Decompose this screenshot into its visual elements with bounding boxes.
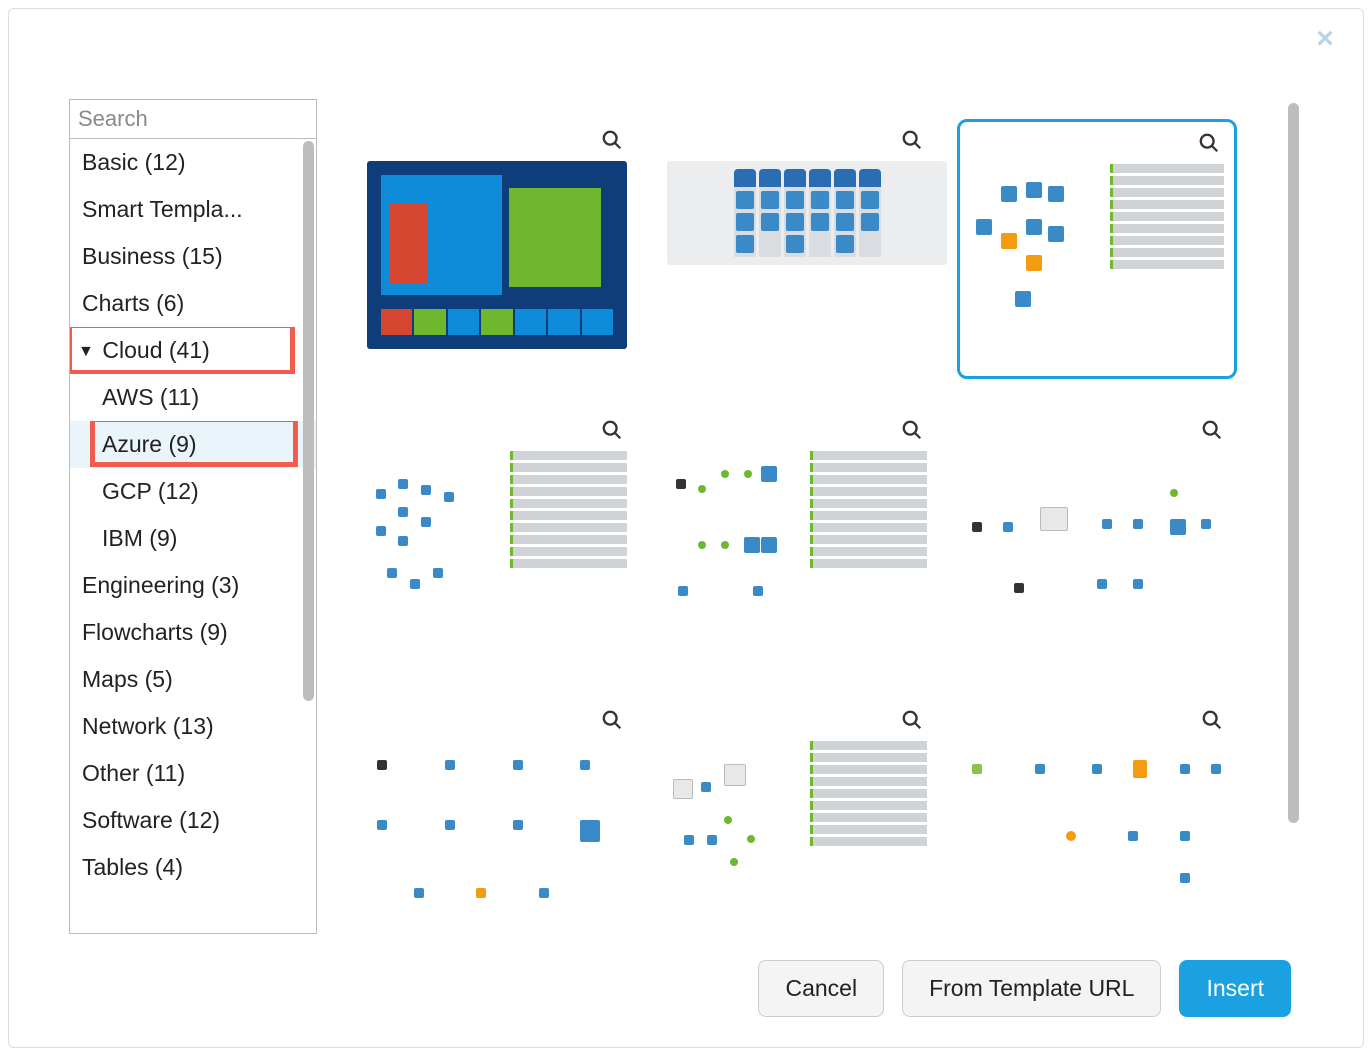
category-smart-templates[interactable]: Smart Templa... xyxy=(70,186,316,233)
magnify-icon[interactable] xyxy=(1201,419,1223,441)
search-field-wrap xyxy=(69,99,317,139)
insert-button[interactable]: Insert xyxy=(1179,960,1291,1017)
sidebar-scrollbar[interactable] xyxy=(303,141,314,701)
category-other[interactable]: Other (11) xyxy=(70,750,316,797)
template-grid xyxy=(337,99,1303,934)
template-thumbnail xyxy=(367,451,627,639)
grid-inner xyxy=(337,99,1303,934)
category-maps[interactable]: Maps (5) xyxy=(70,656,316,703)
template-card[interactable] xyxy=(657,409,937,669)
magnify-icon[interactable] xyxy=(601,709,623,731)
template-card[interactable] xyxy=(957,699,1237,934)
template-thumbnail xyxy=(667,161,947,265)
content-area: Basic (12) Smart Templa... Business (15)… xyxy=(9,99,1363,934)
dialog-footer: Cancel From Template URL Insert xyxy=(9,934,1363,1047)
category-business[interactable]: Business (15) xyxy=(70,233,316,280)
category-tables[interactable]: Tables (4) xyxy=(70,844,316,891)
magnify-icon[interactable] xyxy=(901,419,923,441)
from-template-url-button[interactable]: From Template URL xyxy=(902,960,1161,1017)
template-thumbnail xyxy=(967,741,1227,929)
category-basic[interactable]: Basic (12) xyxy=(70,139,316,186)
template-card[interactable] xyxy=(957,119,1237,379)
template-thumbnail xyxy=(667,451,927,639)
cancel-button[interactable]: Cancel xyxy=(758,960,884,1017)
template-thumbnail xyxy=(667,741,927,929)
template-thumbnail xyxy=(367,161,627,349)
magnify-icon[interactable] xyxy=(601,419,623,441)
template-card[interactable] xyxy=(657,699,937,934)
template-picker-dialog: × Basic (12) Smart Templa... Business (1… xyxy=(8,8,1364,1048)
template-card[interactable] xyxy=(357,119,637,379)
category-cloud[interactable]: ▼ Cloud (41) xyxy=(70,327,316,374)
category-azure-label: Azure (9) xyxy=(102,431,197,457)
category-network[interactable]: Network (13) xyxy=(70,703,316,750)
search-input[interactable] xyxy=(78,106,366,132)
category-list: Basic (12) Smart Templa... Business (15)… xyxy=(69,139,317,934)
category-charts[interactable]: Charts (6) xyxy=(70,280,316,327)
close-button[interactable]: × xyxy=(1311,25,1339,53)
magnify-icon[interactable] xyxy=(1201,709,1223,731)
category-aws[interactable]: AWS (11) xyxy=(70,374,316,421)
magnify-icon[interactable] xyxy=(901,129,923,151)
category-azure[interactable]: Azure (9) xyxy=(70,421,316,468)
magnify-icon[interactable] xyxy=(601,129,623,151)
category-flowcharts[interactable]: Flowcharts (9) xyxy=(70,609,316,656)
sidebar: Basic (12) Smart Templa... Business (15)… xyxy=(69,99,317,934)
category-gcp[interactable]: GCP (12) xyxy=(70,468,316,515)
template-card[interactable] xyxy=(957,409,1237,669)
template-card[interactable] xyxy=(357,409,637,669)
template-thumbnail xyxy=(367,741,627,929)
template-card[interactable] xyxy=(657,119,937,379)
category-cloud-label: Cloud (41) xyxy=(102,337,209,363)
magnify-icon[interactable] xyxy=(1198,132,1220,154)
template-card[interactable] xyxy=(357,699,637,934)
template-thumbnail xyxy=(967,451,1227,639)
category-software[interactable]: Software (12) xyxy=(70,797,316,844)
template-thumbnail xyxy=(970,164,1224,346)
grid-scrollbar[interactable] xyxy=(1288,103,1299,823)
tree-collapse-icon[interactable]: ▼ xyxy=(78,343,96,361)
magnify-icon[interactable] xyxy=(901,709,923,731)
category-ibm[interactable]: IBM (9) xyxy=(70,515,316,562)
category-engineering[interactable]: Engineering (3) xyxy=(70,562,316,609)
